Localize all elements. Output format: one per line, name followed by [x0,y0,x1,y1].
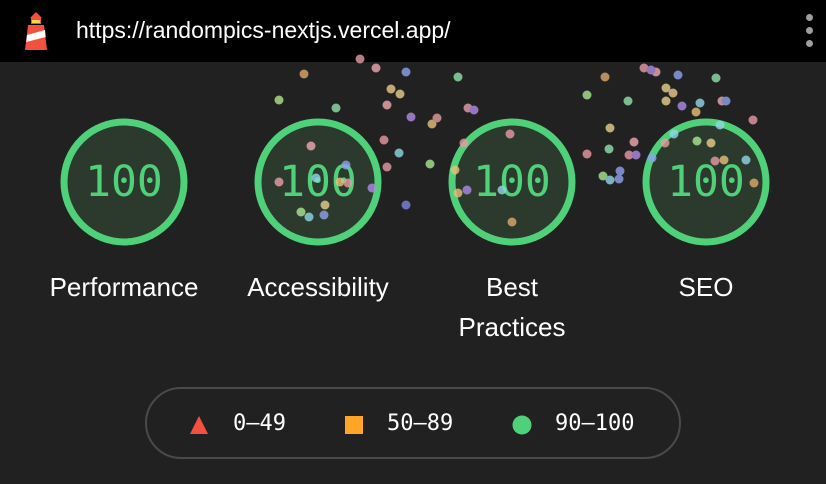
category-label-accessibility: Accessibility [247,272,389,302]
score-value: 100 [473,157,551,207]
category-label-best-practices: Best Practices [458,272,566,342]
legend-range: 0–49 [233,411,286,436]
more-options-icon[interactable] [798,12,822,50]
legend-range: 50–89 [387,411,454,436]
category-label-seo: SEO [678,272,734,302]
gauge-accessibility[interactable]: 100 [253,117,383,247]
square-icon [345,416,363,434]
category-label-performance: Performance [49,272,199,302]
legend-range: 90–100 [555,411,635,436]
gauge-best-practices[interactable]: 100 [447,117,577,247]
score-value: 100 [667,157,745,207]
gauge-seo[interactable]: 100 [641,117,771,247]
browser-bar: https://randompics-nextjs.vercel.app/ [0,0,826,62]
lighthouse-icon [25,12,47,50]
score-legend: 0–49 50–89 90–100 [145,387,681,459]
score-value: 100 [279,157,357,207]
url-text[interactable]: https://randompics-nextjs.vercel.app/ [76,14,451,46]
circle-icon [512,415,532,435]
score-value: 100 [85,157,163,207]
gauge-performance[interactable]: 100 [59,117,189,247]
triangle-icon [190,416,208,434]
